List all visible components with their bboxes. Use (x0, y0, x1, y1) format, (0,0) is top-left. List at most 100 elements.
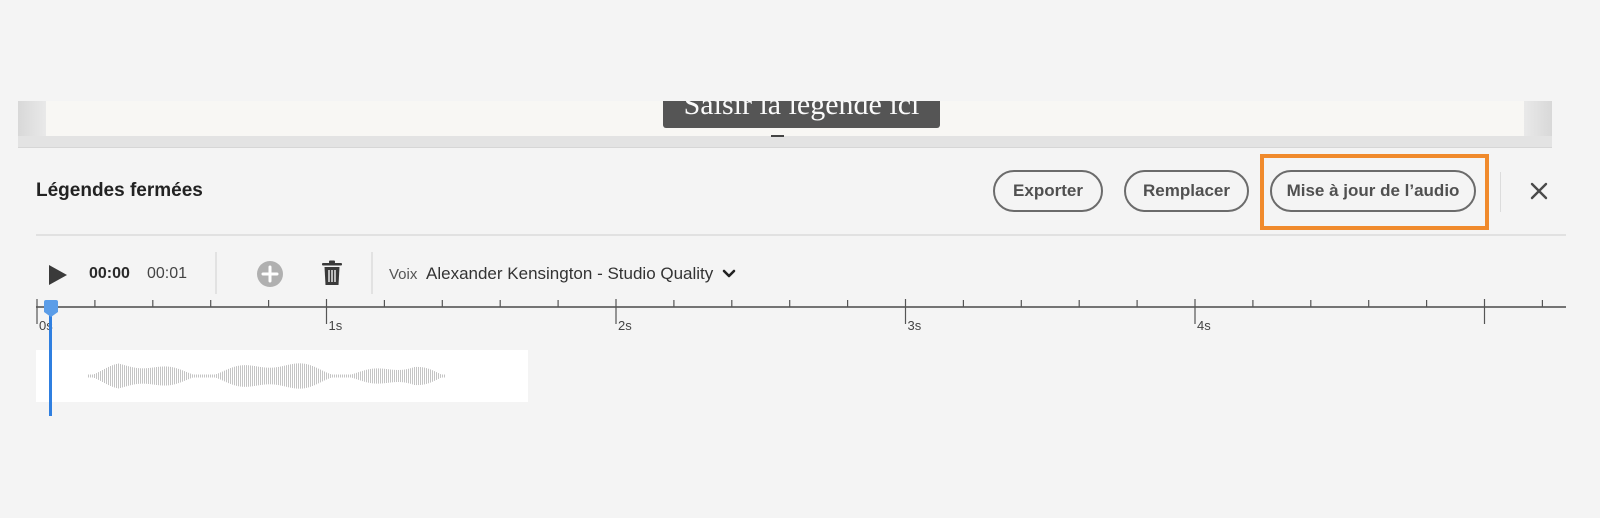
waveform-bar (350, 374, 351, 378)
waveform-bar (424, 367, 425, 385)
waveform-bar (344, 374, 345, 378)
current-time: 00:00 (89, 265, 130, 282)
waveform-bar (336, 374, 337, 378)
waveform-bar (274, 367, 275, 385)
waveform-bar (220, 372, 221, 380)
waveform-bar (426, 368, 427, 384)
audio-waveform-clip[interactable] (36, 350, 528, 402)
waveform-bar (276, 367, 277, 385)
close-icon[interactable] (1526, 178, 1552, 204)
waveform-bar (230, 368, 231, 384)
waveform-bar (418, 366, 419, 386)
waveform-bar (362, 370, 363, 382)
waveform-bar (368, 369, 369, 383)
waveform-bar (266, 367, 267, 385)
waveform-bar (322, 370, 323, 382)
waveform-bar (304, 363, 305, 389)
waveform-bar (106, 367, 107, 385)
waveform-bar (406, 369, 407, 383)
waveform-bar (300, 363, 301, 389)
waveform-bar (232, 367, 233, 385)
waveform-bar (104, 368, 105, 384)
waveform-bar (278, 366, 279, 386)
chevron-down-icon[interactable] (722, 267, 736, 279)
waveform-bar (422, 367, 423, 385)
waveform-bar (144, 368, 145, 384)
waveform-bar (342, 374, 343, 378)
waveform-bar (204, 374, 205, 378)
waveform-bar (294, 363, 295, 389)
waveform-bar (260, 366, 261, 386)
waveform-bar (214, 374, 215, 378)
waveform-bar (128, 366, 129, 386)
waveform-bar (200, 374, 201, 378)
waveform-bar (162, 366, 163, 386)
waveform-bar (258, 366, 259, 386)
waveform-bar (206, 374, 207, 378)
caption-preview-box[interactable]: Saisir la légende ici (663, 101, 940, 128)
waveform-bar (160, 366, 161, 386)
waveform-bar (438, 373, 439, 379)
waveform-bar (308, 364, 309, 388)
waveform-bar (170, 366, 171, 386)
waveform-bar (188, 372, 189, 380)
waveform-bar (348, 374, 349, 378)
waveform-bar (330, 374, 331, 378)
waveform-bar (224, 370, 225, 382)
waveform-bar (132, 367, 133, 385)
waveform-bar (404, 369, 405, 383)
waveform-bar (116, 363, 117, 389)
waveform-bar (318, 368, 319, 384)
caption-preview-text: Saisir la légende ici (683, 101, 920, 121)
waveform-bar (196, 374, 197, 378)
waveform-bar (190, 373, 191, 379)
waveform-bar (306, 364, 307, 388)
waveform-bar (420, 367, 421, 385)
play-icon[interactable] (47, 263, 69, 287)
waveform-bar (110, 366, 111, 386)
waveform-bar (400, 369, 401, 383)
waveform-bar (394, 369, 395, 383)
waveform-bar (166, 366, 167, 386)
waveform-bar (152, 367, 153, 385)
waveform-bar (382, 368, 383, 384)
update-audio-button[interactable]: Mise à jour de l’audio (1270, 170, 1476, 212)
waveform-bar (414, 366, 415, 386)
playhead-handle[interactable] (44, 300, 58, 317)
waveform-bar (126, 365, 127, 387)
waveform-bar (254, 366, 255, 386)
waveform-bar (158, 366, 159, 386)
waveform-bar (354, 373, 355, 379)
waveform-bar (252, 365, 253, 387)
waveform-bars (88, 363, 445, 389)
waveform-bar (262, 367, 263, 385)
waveform-bar (112, 365, 113, 387)
waveform-bar (290, 364, 291, 388)
waveform-bar (122, 364, 123, 388)
voice-select[interactable]: Alexander Kensington - Studio Quality (426, 264, 713, 284)
export-button[interactable]: Exporter (993, 170, 1103, 212)
waveform-bar (88, 374, 89, 378)
caption-text-cursor (771, 135, 784, 137)
waveform-bar (100, 371, 101, 381)
waveform-bar (434, 371, 435, 381)
waveform-bar (120, 364, 121, 388)
waveform-bar (94, 373, 95, 379)
playhead-line (49, 310, 52, 416)
waveform-bar (92, 374, 93, 378)
waveform-bar (96, 373, 97, 379)
waveform-bar (346, 374, 347, 378)
waveform-bar (412, 367, 413, 385)
waveform-bar (376, 368, 377, 384)
waveform-bar (284, 365, 285, 387)
replace-button[interactable]: Remplacer (1124, 170, 1249, 212)
waveform-bar (146, 368, 147, 384)
waveform-bar (280, 366, 281, 386)
trash-icon[interactable] (321, 260, 343, 286)
waveform-bar (296, 363, 297, 389)
waveform-bar (288, 364, 289, 388)
timeline-ruler[interactable]: 0s 1s 2s 3s 4s (36, 296, 1566, 336)
waveform-bar (90, 374, 91, 378)
waveform-bar (246, 365, 247, 387)
add-circle-icon[interactable] (256, 260, 284, 288)
